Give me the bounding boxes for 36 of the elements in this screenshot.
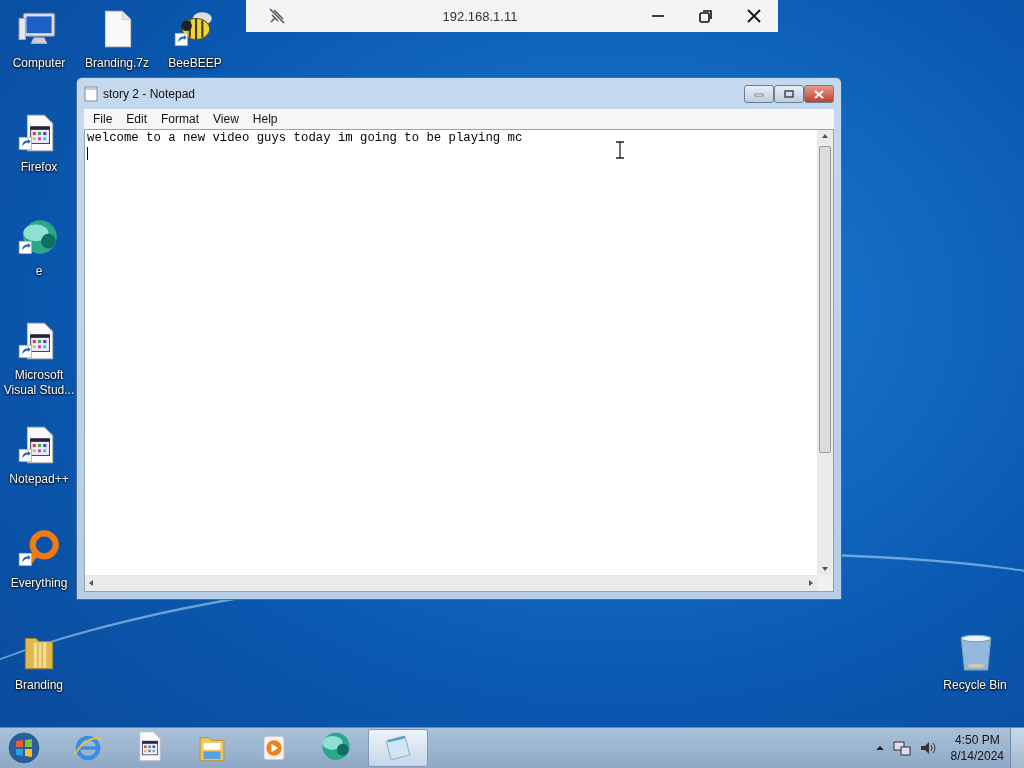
desktop-icon-label[interactable]: Firefox [3, 160, 75, 175]
close-icon [814, 89, 824, 99]
desktop-icon-label[interactable]: Recycle Bin [939, 678, 1011, 693]
desktop-icon-label[interactable]: Computer [3, 56, 75, 71]
desktop-icon-label[interactable]: Branding [3, 678, 75, 693]
scrollbar-thumb[interactable] [819, 146, 831, 453]
remote-host-title: 192.168.1.11 [441, 8, 519, 24]
clock-date[interactable]: 8/14/2024 [950, 748, 1004, 764]
document-text: welcome to a new video guys today im going to be playing mc [87, 131, 524, 145]
notepad-icon [84, 85, 98, 102]
desktop-icon-label[interactable]: Everything [3, 576, 75, 591]
text-cursor-icon [615, 141, 625, 159]
restore-icon [699, 9, 713, 23]
desktop-icon-label[interactable]: e [3, 264, 75, 279]
minimize-icon [754, 91, 764, 97]
menu-item[interactable]: Format [154, 112, 207, 126]
close-button[interactable] [804, 85, 834, 103]
speaker-icon[interactable] [918, 740, 937, 756]
menu-item[interactable]: Help [245, 112, 285, 126]
desktop-icon-label[interactable]: Branding.7z [81, 56, 153, 71]
menu-item[interactable]: Edit [119, 112, 155, 126]
maximize-icon [784, 90, 794, 98]
minimize-button[interactable] [744, 85, 774, 103]
menu-item[interactable]: View [206, 112, 246, 126]
desktop-icon-label[interactable]: BeeBEEP [159, 56, 231, 71]
caret-icon[interactable] [874, 743, 885, 753]
maximize-button[interactable] [774, 85, 804, 103]
text-caret [87, 147, 88, 160]
clock-time[interactable]: 4:50 PM [954, 732, 1000, 748]
window-title: story 2 - Notepad [103, 86, 197, 101]
menu-item[interactable]: File [86, 112, 120, 126]
network-icon[interactable] [892, 740, 911, 756]
desktop-icon-label[interactable]: Microsoft Visual Stud... [3, 368, 75, 398]
close-icon [747, 9, 761, 23]
desktop-icon-label[interactable]: Notepad++ [3, 472, 75, 487]
pin-off-icon[interactable] [268, 7, 286, 25]
